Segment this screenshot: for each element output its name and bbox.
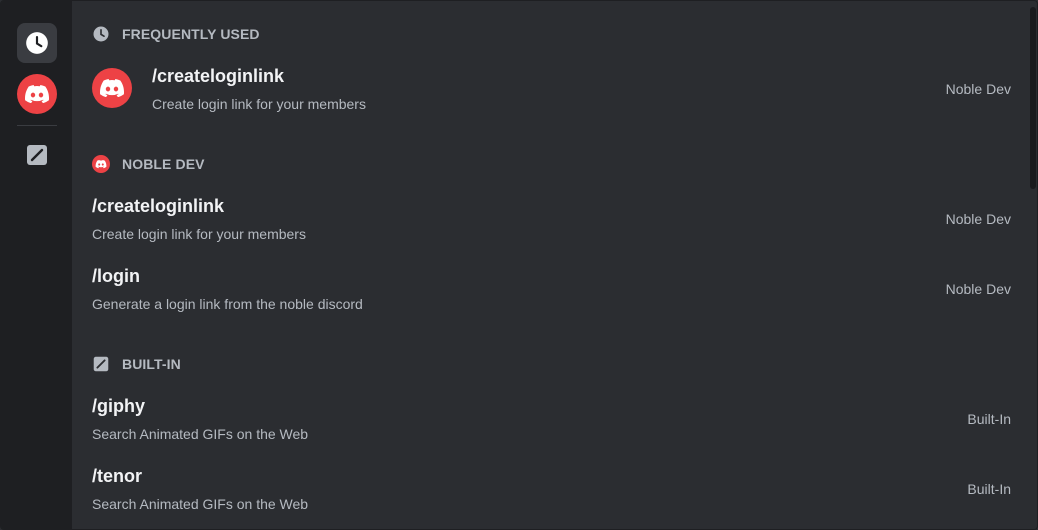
scrollbar[interactable] xyxy=(1029,1,1037,529)
clock-icon xyxy=(92,25,110,43)
rail-frequently-used-button[interactable] xyxy=(17,23,57,63)
command-item-giphy[interactable]: /giphy Search Animated GIFs on the Web B… xyxy=(72,390,1031,456)
command-description: Search Animated GIFs on the Web xyxy=(92,426,309,442)
rail-divider xyxy=(17,125,57,126)
command-list: FREQUENTLY USED /createloginlink Create … xyxy=(72,1,1031,529)
discord-logo-icon xyxy=(100,79,124,97)
command-item-createloginlink[interactable]: /createloginlink Create login link for y… xyxy=(72,190,1031,256)
command-source: Noble Dev xyxy=(945,211,1011,227)
command-item-tenor[interactable]: /tenor Search Animated GIFs on the Web B… xyxy=(72,460,1031,526)
command-name: /tenor xyxy=(92,466,143,486)
app-icon xyxy=(92,155,110,173)
section-title: NOBLE DEV xyxy=(122,156,205,172)
command-item-login[interactable]: /login Generate a login link from the no… xyxy=(72,260,1031,326)
discord-logo-icon xyxy=(25,85,49,103)
section-header-built-in: BUILT-IN xyxy=(92,355,181,373)
discord-logo-icon xyxy=(95,160,107,169)
section-title: BUILT-IN xyxy=(122,356,181,372)
command-description: Create login link for your members xyxy=(92,226,306,242)
scrollbar-thumb[interactable] xyxy=(1030,7,1036,189)
category-rail xyxy=(1,1,72,529)
section-title: FREQUENTLY USED xyxy=(122,26,260,42)
app-avatar xyxy=(92,68,132,108)
command-source: Noble Dev xyxy=(945,281,1011,297)
command-description: Search Animated GIFs on the Web xyxy=(92,496,309,512)
command-name: /createloginlink xyxy=(92,196,225,216)
command-description: Create login link for your members xyxy=(152,96,366,112)
slash-command-icon xyxy=(27,145,47,165)
clock-icon xyxy=(26,32,48,54)
command-source: Built-In xyxy=(967,481,1011,497)
command-name: /giphy xyxy=(92,396,145,416)
command-source: Noble Dev xyxy=(945,81,1011,97)
command-description: Generate a login link from the noble dis… xyxy=(92,296,363,312)
command-name: /createloginlink xyxy=(152,66,285,86)
command-item-frequent-createloginlink[interactable]: /createloginlink Create login link for y… xyxy=(72,60,1031,126)
rail-built-in-button[interactable] xyxy=(17,135,57,175)
command-source: Built-In xyxy=(967,411,1011,427)
rail-noble-dev-button[interactable] xyxy=(17,74,57,114)
slash-command-icon xyxy=(92,355,110,373)
section-header-frequently-used: FREQUENTLY USED xyxy=(92,25,260,43)
section-header-noble-dev: NOBLE DEV xyxy=(92,155,205,173)
command-name: /login xyxy=(92,266,140,286)
command-picker: FREQUENTLY USED /createloginlink Create … xyxy=(0,0,1038,530)
